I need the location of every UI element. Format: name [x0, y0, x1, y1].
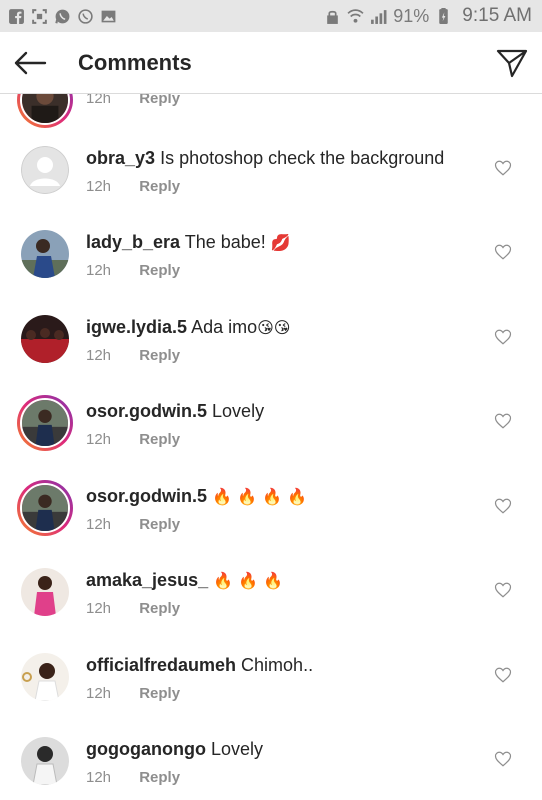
comment-username[interactable]: osor.godwin.5 [86, 401, 207, 421]
whatsapp-outline-icon [77, 8, 94, 25]
comment-meta: 12h Reply [86, 431, 180, 448]
comment-time: 12h [86, 685, 112, 702]
status-bar: 91% 9:15 AM [0, 0, 542, 32]
comment-time: 12h [86, 431, 112, 448]
comment-time: 12h [86, 262, 112, 279]
comment-body: Is photoshop check the background [160, 148, 445, 168]
comment-time: 12h [86, 600, 112, 617]
comment-meta: 12h Reply [86, 769, 180, 786]
comments-header: Comments [0, 32, 542, 94]
signal-icon [370, 8, 387, 25]
avatar[interactable] [21, 737, 69, 785]
reply-button[interactable]: Reply [139, 262, 180, 279]
reply-button[interactable]: Reply [139, 516, 180, 533]
comment-item: osor.godwin.5 Lovely 12h Reply [0, 395, 542, 483]
avatar[interactable] [21, 146, 69, 194]
reply-button[interactable]: Reply [139, 178, 180, 195]
avatar[interactable] [21, 568, 69, 616]
comment-meta: 12h Reply [86, 516, 180, 533]
reply-button[interactable]: Reply [139, 431, 180, 448]
like-heart-icon[interactable] [494, 581, 512, 599]
reply-button[interactable]: Reply [139, 769, 180, 786]
avatar[interactable] [17, 395, 73, 451]
kiss-face-emoji: 😘😘 [257, 318, 291, 337]
like-heart-icon[interactable] [494, 497, 512, 515]
comment-body: Lovely [212, 401, 265, 421]
back-arrow-icon[interactable] [0, 32, 60, 94]
comment-username[interactable]: lady_b_era [86, 232, 180, 252]
avatar[interactable] [21, 230, 69, 278]
system-status: 91% 9:15 AM [324, 5, 532, 27]
battery-icon [435, 7, 452, 25]
comment-text: gogoganongo Lovely [86, 737, 263, 761]
comment-time: 12h [86, 516, 112, 533]
comment-body: Ada imo [191, 317, 258, 337]
avatar[interactable] [21, 653, 69, 701]
comment-item: amaka_jesus_ 🔥 🔥 🔥 12h Reply [0, 568, 542, 652]
comment-meta: 12h Reply [86, 347, 180, 364]
fire-emoji: 🔥 🔥 🔥 🔥 [212, 487, 307, 506]
battery-percent: 91% [393, 5, 430, 26]
like-heart-icon[interactable] [494, 328, 512, 346]
comment-username[interactable]: igwe.lydia.5 [86, 317, 187, 337]
comment-item: osor.godwin.5 🔥 🔥 🔥 🔥 12h Reply [0, 480, 542, 568]
notification-icons [8, 8, 117, 25]
like-heart-icon[interactable] [494, 750, 512, 768]
reply-button[interactable]: Reply [139, 685, 180, 702]
fire-emoji: 🔥 🔥 🔥 [213, 571, 284, 590]
gallery-icon [100, 8, 117, 25]
like-heart-icon[interactable] [494, 159, 512, 177]
comment-text: osor.godwin.5 🔥 🔥 🔥 🔥 [86, 484, 307, 509]
direct-send-icon[interactable] [482, 32, 542, 94]
like-heart-icon[interactable] [494, 412, 512, 430]
comment-item: gogoganongo Lovely 12h Reply [0, 737, 542, 800]
avatar[interactable] [17, 480, 73, 536]
screenshot-icon [31, 8, 48, 25]
page-title: Comments [78, 49, 192, 75]
comment-item: igwe.lydia.5 Ada imo😘😘 12h Reply [0, 315, 542, 399]
comment-item: lady_b_era The babe! 💋 12h Reply [0, 230, 542, 314]
comment-username[interactable]: amaka_jesus_ [86, 570, 208, 590]
comment-text: lady_b_era The babe! 💋 [86, 230, 291, 255]
comment-username[interactable]: obra_y3 [86, 148, 155, 168]
comment-text: officialfredaumeh Chimoh.. [86, 653, 313, 677]
comment-username[interactable]: gogoganongo [86, 739, 206, 759]
comment-body: Chimoh.. [241, 655, 314, 675]
facebook-icon [8, 8, 25, 25]
comment-meta: 12h Reply [86, 178, 180, 195]
like-heart-icon[interactable] [494, 243, 512, 261]
avatar[interactable] [21, 315, 69, 363]
wifi-icon [347, 8, 364, 25]
comment-time: 12h [86, 347, 112, 364]
comment-username[interactable]: osor.godwin.5 [86, 486, 207, 506]
comment-item: obra_y3 Is photoshop check the backgroun… [0, 146, 542, 230]
comment-time: 12h [86, 769, 112, 786]
kiss-lips-emoji: 💋 [270, 233, 291, 252]
like-heart-icon[interactable] [494, 666, 512, 684]
comment-text: obra_y3 Is photoshop check the backgroun… [86, 146, 444, 170]
clock: 9:15 AM [462, 5, 532, 26]
whatsapp-icon [54, 8, 71, 25]
reply-button[interactable]: Reply [139, 347, 180, 364]
comment-meta: 12h Reply [86, 600, 180, 617]
reply-button[interactable]: Reply [139, 600, 180, 617]
comment-item: officialfredaumeh Chimoh.. 12h Reply [0, 653, 542, 737]
comment-list[interactable]: 12h Reply obra_y3 Is photoshop check the… [0, 0, 542, 800]
comment-body: The babe! [184, 232, 266, 252]
comment-time: 12h [86, 178, 112, 195]
comment-meta: 12h Reply [86, 685, 180, 702]
comment-text: amaka_jesus_ 🔥 🔥 🔥 [86, 568, 283, 593]
comment-text: osor.godwin.5 Lovely [86, 399, 264, 423]
comment-body: Lovely [210, 739, 264, 759]
comment-meta: 12h Reply [86, 262, 180, 279]
lock-icon [324, 8, 341, 25]
comment-username[interactable]: officialfredaumeh [86, 655, 236, 675]
comment-text: igwe.lydia.5 Ada imo😘😘 [86, 315, 290, 340]
